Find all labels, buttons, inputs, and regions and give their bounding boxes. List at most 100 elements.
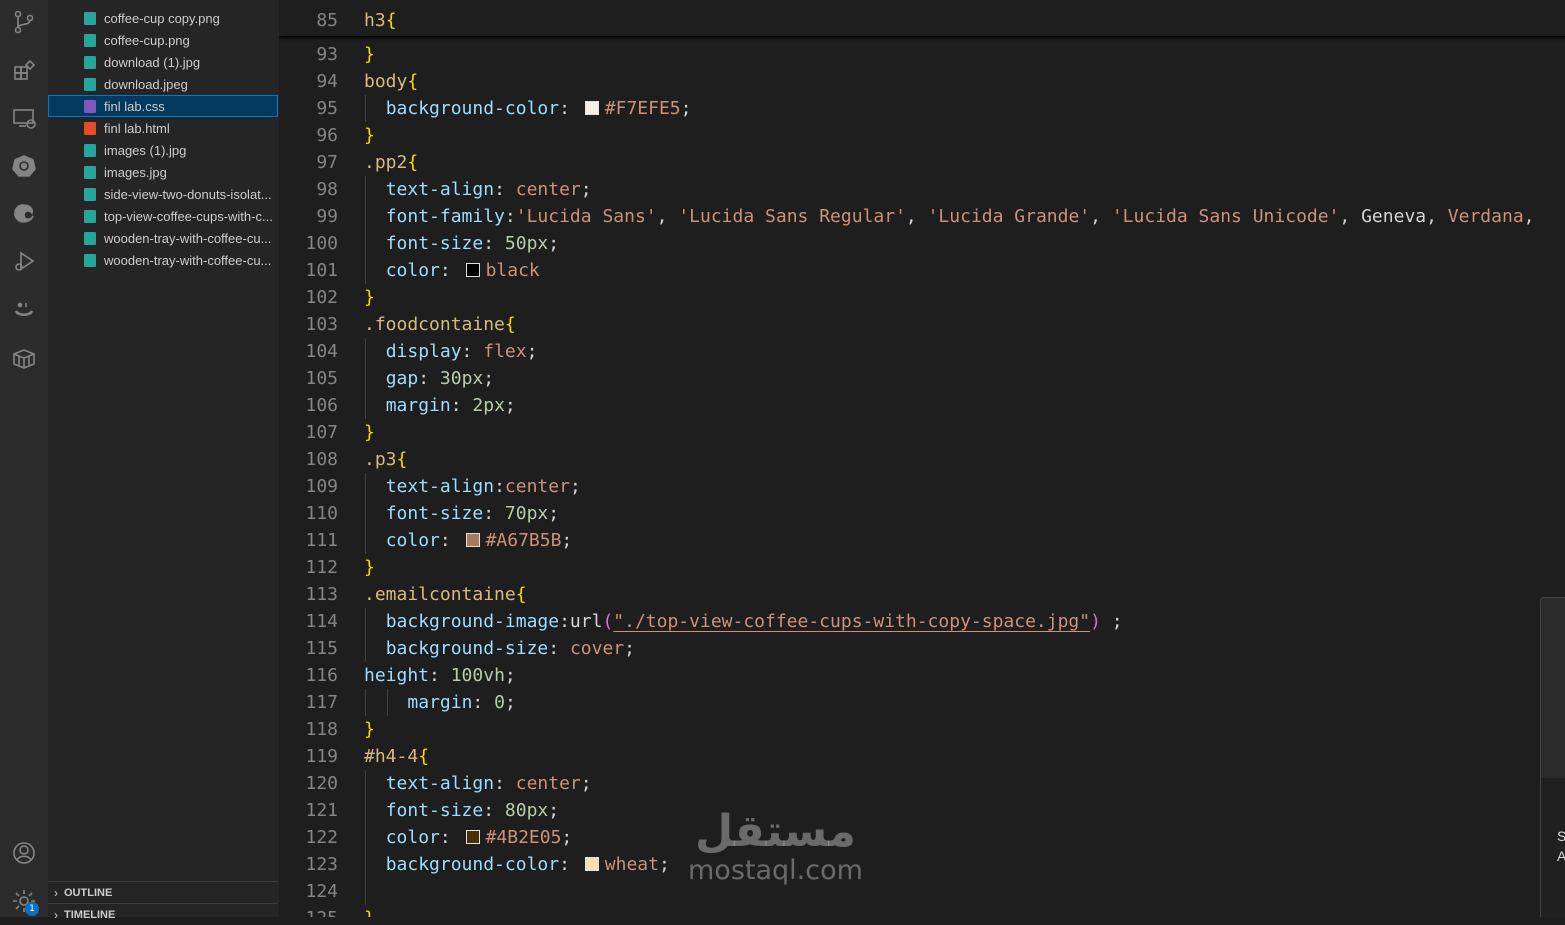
code-text: .emailcontaine{	[364, 581, 527, 608]
live-share-icon[interactable]	[0, 290, 48, 330]
code-line[interactable]: 102}	[279, 284, 1565, 311]
color-swatch[interactable]	[584, 101, 599, 115]
indent-guide	[365, 257, 366, 284]
code-line[interactable]: 107}	[279, 419, 1565, 446]
indent-guide	[365, 770, 366, 797]
file-item[interactable]: images.jpg	[48, 161, 278, 183]
code-token: background-color	[385, 854, 560, 875]
code-line[interactable]: 122 color: #4B2E05;	[279, 824, 1565, 851]
code-token: :	[439, 827, 462, 848]
code-token: flex	[483, 341, 527, 362]
code-token: font-family	[385, 206, 505, 227]
code-token: }	[364, 557, 375, 578]
extensions-icon[interactable]	[0, 50, 48, 90]
color-swatch[interactable]	[465, 533, 480, 547]
code-line[interactable]: 109 text-align:center;	[279, 473, 1565, 500]
code-line[interactable]: 111 color: #A67B5B;	[279, 527, 1565, 554]
code-line[interactable]: 85 h3{	[279, 7, 1565, 34]
file-item[interactable]: coffee-cup.png	[48, 29, 278, 51]
gear-icon[interactable]	[0, 881, 48, 921]
code-line[interactable]: 108 .p3{	[279, 446, 1565, 473]
file-item[interactable]: download (1).jpg	[48, 51, 278, 73]
code-line[interactable]: 100 font-size: 50px;	[279, 230, 1565, 257]
file-item[interactable]: wooden-tray-with-coffee-cu...	[48, 249, 278, 271]
indent-guide	[365, 635, 366, 662]
sticky-scroll-header[interactable]: 85 h3{	[279, 0, 1565, 36]
indent-guide	[365, 500, 366, 527]
code-text: height: 100vh;	[364, 662, 516, 689]
code-line[interactable]: 106 margin: 2px;	[279, 392, 1565, 419]
file-item[interactable]: download.jpeg	[48, 73, 278, 95]
file-item[interactable]: coffee-cup copy.png	[48, 7, 278, 29]
code-line[interactable]: 104 display: flex;	[279, 338, 1565, 365]
code-line[interactable]: 99 font-family:'Lucida Sans', 'Lucida San…	[279, 203, 1565, 230]
color-swatch[interactable]	[465, 263, 480, 277]
remote-explorer-icon[interactable]	[0, 98, 48, 138]
code-line[interactable]: 117 margin: 0;	[279, 689, 1565, 716]
code-token: }	[364, 908, 375, 917]
color-swatch[interactable]	[584, 857, 599, 871]
line-number: 95	[316, 98, 338, 119]
run-debug-icon[interactable]	[0, 242, 48, 282]
code-line[interactable]: 98 text-align: center;	[279, 176, 1565, 203]
code-line[interactable]: 112}	[279, 554, 1565, 581]
code-token: ;	[1100, 611, 1123, 632]
code-line[interactable]: 120 text-align: center;	[279, 770, 1565, 797]
code-line[interactable]: 97 .pp2{	[279, 149, 1565, 176]
outline-section[interactable]: › OUTLINE	[48, 881, 278, 903]
code-token: background-size	[385, 638, 549, 659]
code-line[interactable]: 124	[279, 878, 1565, 905]
code-text: margin: 2px;	[386, 392, 516, 419]
code-token: body	[364, 71, 408, 92]
code-line[interactable]: 94 body{	[279, 68, 1565, 95]
code-line[interactable]: 114 background-image:url("./top-view-coff…	[279, 608, 1565, 635]
mostaql-watermark-logo: مستقل mostaql.com	[688, 806, 863, 886]
code-token: {	[504, 314, 516, 335]
indent-guide	[365, 338, 366, 365]
line-number: 107	[305, 422, 338, 443]
code-line[interactable]: 103 .foodcontaine{	[279, 311, 1565, 338]
code-line[interactable]: 93}	[279, 41, 1565, 68]
code-line[interactable]: 105 gap: 30px;	[279, 365, 1565, 392]
image-file-icon	[84, 143, 96, 157]
code-line[interactable]: 96}	[279, 122, 1565, 149]
code-token: gap	[385, 368, 419, 389]
file-item[interactable]: side-view-two-donuts-isolat...	[48, 183, 278, 205]
explorer-panel: › OUTLINE › TIMELINE coffee-cup copy.png co…	[48, 0, 279, 922]
code-line[interactable]: 116 height: 100vh;	[279, 662, 1565, 689]
code-line[interactable]: 121 font-size: 80px;	[279, 797, 1565, 824]
edge-icon[interactable]	[0, 194, 48, 234]
account-icon[interactable]	[0, 833, 48, 873]
code-token: color	[385, 827, 440, 848]
file-label: coffee-cup copy.png	[104, 10, 220, 26]
file-item[interactable]: images (1).jpg	[48, 139, 278, 161]
file-item[interactable]: wooden-tray-with-coffee-cu...	[48, 227, 278, 249]
window-preview-thumbnail[interactable]: S A	[1540, 597, 1565, 918]
containers-icon[interactable]	[0, 338, 48, 378]
code-token: :	[483, 800, 505, 821]
code-editor[interactable]: 85 h3{ 93} 94 body{95 background-color: #F7E…	[279, 0, 1565, 917]
code-token: :	[559, 611, 570, 632]
source-control-icon[interactable]	[0, 2, 48, 42]
code-token: 'Lucida Sans Unicode'	[1111, 206, 1340, 227]
code-line[interactable]: 119 #h4-4{	[279, 743, 1565, 770]
kubernetes-icon[interactable]	[0, 146, 48, 186]
file-item[interactable]: finl lab.html	[48, 117, 278, 139]
code-line[interactable]: 125}	[279, 905, 1565, 917]
code-line[interactable]: 115 background-size: cover;	[279, 635, 1565, 662]
color-swatch[interactable]	[465, 830, 480, 844]
code-token: :	[450, 395, 473, 416]
timeline-section[interactable]: › TIMELINE	[48, 903, 278, 925]
code-token: .foodcontaine	[364, 314, 505, 335]
code-line[interactable]: 110 font-size: 70px;	[279, 500, 1565, 527]
code-line[interactable]: 123 background-color: wheat;	[279, 851, 1565, 878]
code-line[interactable]: 113 .emailcontaine{	[279, 581, 1565, 608]
code-token: 30px	[439, 368, 484, 389]
code-line[interactable]: 101 color: black	[279, 257, 1565, 284]
file-item[interactable]: top-view-coffee-cups-with-c...	[48, 205, 278, 227]
code-text: text-align:center;	[386, 473, 581, 500]
code-line[interactable]: 95 background-color: #F7EFE5;	[279, 95, 1565, 122]
code-text: text-align: center;	[386, 770, 592, 797]
code-line[interactable]: 118}	[279, 716, 1565, 743]
file-item[interactable]: finl lab.css	[48, 95, 278, 117]
